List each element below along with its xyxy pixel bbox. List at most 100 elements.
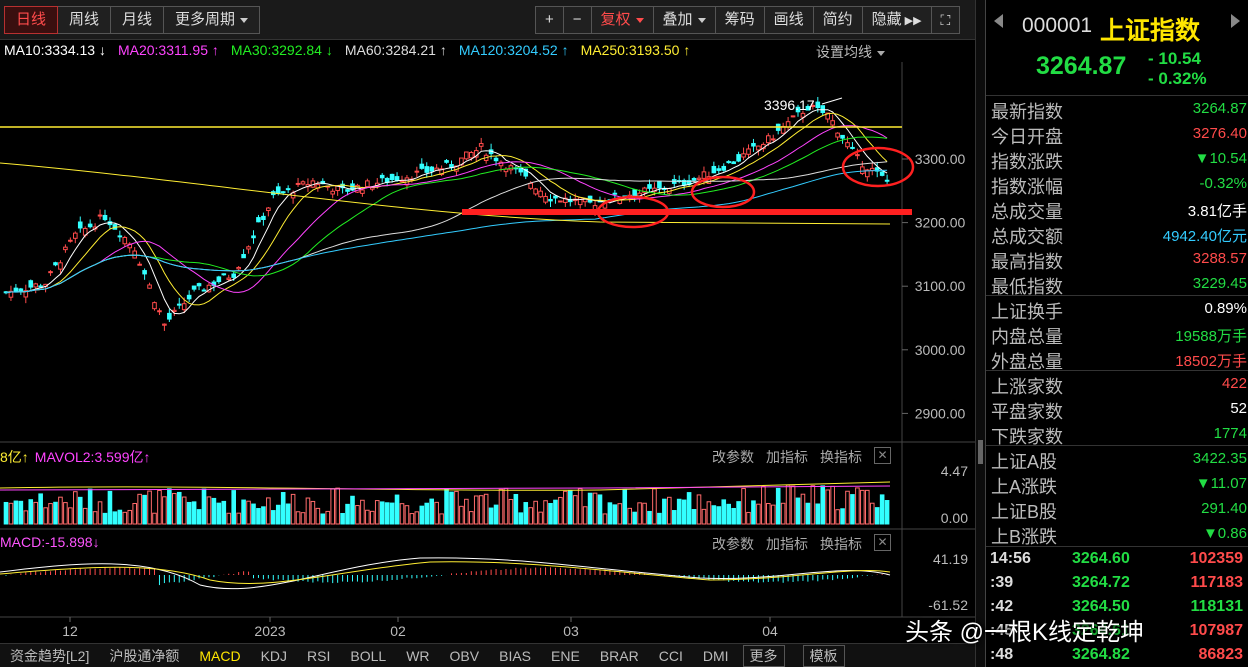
set-ma-button[interactable]: 设置均线 [816,42,885,62]
tab-template[interactable]: 模板 [802,644,845,667]
add-indicator-button[interactable]: 加指标 [766,534,808,554]
tab-ene[interactable]: ENE [541,648,590,664]
volume-bar [518,512,524,525]
tab-kdj[interactable]: KDJ [251,648,297,664]
volume-bar [855,487,860,525]
stat-row: 下跌家数 1774 [991,421,1248,447]
volume-bar [295,511,301,525]
volume-bar [157,489,162,525]
simple-mode-button[interactable]: 简约 [813,6,863,34]
volume-bar [87,488,93,525]
candle-body [275,186,281,194]
adjust-label: 复权 [600,11,631,28]
tab-bias[interactable]: BIAS [489,648,541,664]
zoom-in-button[interactable]: + [535,6,564,34]
fullscreen-button[interactable]: ⛶ [931,6,961,34]
volume-bar [884,500,890,525]
chips-button[interactable]: 筹码 [715,6,765,34]
candle-body [379,174,385,179]
candle-body [543,195,548,203]
chevron-down-icon [697,17,706,23]
volume-bar [77,496,83,525]
candle-body [577,197,583,206]
switch-indicator-button[interactable]: 换指标 [820,534,862,554]
candle-body [231,273,236,278]
volume-bar [18,500,24,525]
prev-stock-icon[interactable] [994,14,1003,28]
tab-weekly[interactable]: 周线 [58,6,112,34]
volume-bar [721,499,727,525]
stat-value: ▼11.07 [1195,475,1247,492]
hide-button[interactable]: 隐藏 ▶▶ [862,6,932,34]
ma250-label: MA250:3193.50 ↑ [581,42,691,62]
tab-daily[interactable]: 日线 [4,6,59,34]
candle-body [657,181,662,189]
tab-wr[interactable]: WR [396,648,439,664]
tick-volume: 86823 [1198,646,1244,663]
draw-line-button[interactable]: 画线 [764,6,814,34]
candle-body [855,154,860,157]
candle-body [518,167,524,173]
candle-body [181,303,187,311]
ma30-label: MA30:3292.84 ↓ [231,42,333,62]
tab-brar[interactable]: BRAR [590,648,649,664]
tab-more-periods[interactable]: 更多周期 [164,6,261,34]
tab-cci[interactable]: CCI [649,648,693,664]
panel-divider[interactable] [975,0,985,667]
tab-obv[interactable]: OBV [440,648,490,664]
tab-boll[interactable]: BOLL [340,648,396,664]
candle-body [711,165,717,174]
volume-bar [236,512,241,525]
volume-bar [568,489,573,525]
candle-body [246,246,251,250]
overlay-button[interactable]: 叠加 [653,6,716,34]
candle-body [647,184,652,189]
fullscreen-icon: ⛶ [940,12,951,28]
candle-body [226,277,232,280]
volume-bar [374,500,380,525]
volume-bar [137,493,142,525]
resize-handle[interactable] [978,440,983,464]
tab-dmi[interactable]: DMI [693,648,739,664]
candle-body [280,191,286,194]
zoom-out-button[interactable]: − [563,6,592,34]
candle-body [632,189,637,197]
volume-bar [761,485,766,525]
tab-northbound[interactable]: 沪股通净额 [99,646,189,666]
stat-value: ▼0.86 [1202,525,1247,542]
candle-body [815,101,821,109]
dif-line [0,557,891,590]
volume-bar [196,509,202,525]
volume-bar [741,488,746,525]
edit-params-button[interactable]: 改参数 [712,534,754,554]
switch-indicator-button[interactable]: 换指标 [820,447,862,467]
tab-fund-trend[interactable]: 资金趋势[L2] [0,646,99,666]
stat-row: 最新指数 3264.87 [991,96,1248,122]
candle-body [157,310,162,313]
tick-row: :39 3264.72 117183 [986,571,1248,595]
volume-panel-buttons: 改参数 加指标 换指标 ✕ [712,447,891,467]
volume-bar [409,513,415,525]
candle-body [612,192,618,195]
add-indicator-button[interactable]: 加指标 [766,447,808,467]
candle-body [87,223,93,228]
candle-body [414,170,420,173]
volume-bar [671,510,677,525]
close-icon[interactable]: ✕ [874,534,891,551]
adjust-button[interactable]: 复权 [591,6,654,34]
tab-monthly[interactable]: 月线 [111,6,165,34]
tick-price: 3264.72 [1072,574,1130,591]
candle-body [429,166,434,172]
tab-macd[interactable]: MACD [189,648,250,664]
candle-body [330,190,335,195]
tab-rsi[interactable]: RSI [297,648,340,664]
volume-bar [711,505,717,525]
next-stock-icon[interactable] [1231,14,1240,28]
volume-bar [360,499,365,525]
ma30-arrow: ↓ [325,42,333,58]
ma-line [5,161,888,294]
candle-body [478,143,484,147]
edit-params-button[interactable]: 改参数 [712,447,754,467]
tab-more[interactable]: 更多 [742,644,785,667]
close-icon[interactable]: ✕ [874,447,891,464]
